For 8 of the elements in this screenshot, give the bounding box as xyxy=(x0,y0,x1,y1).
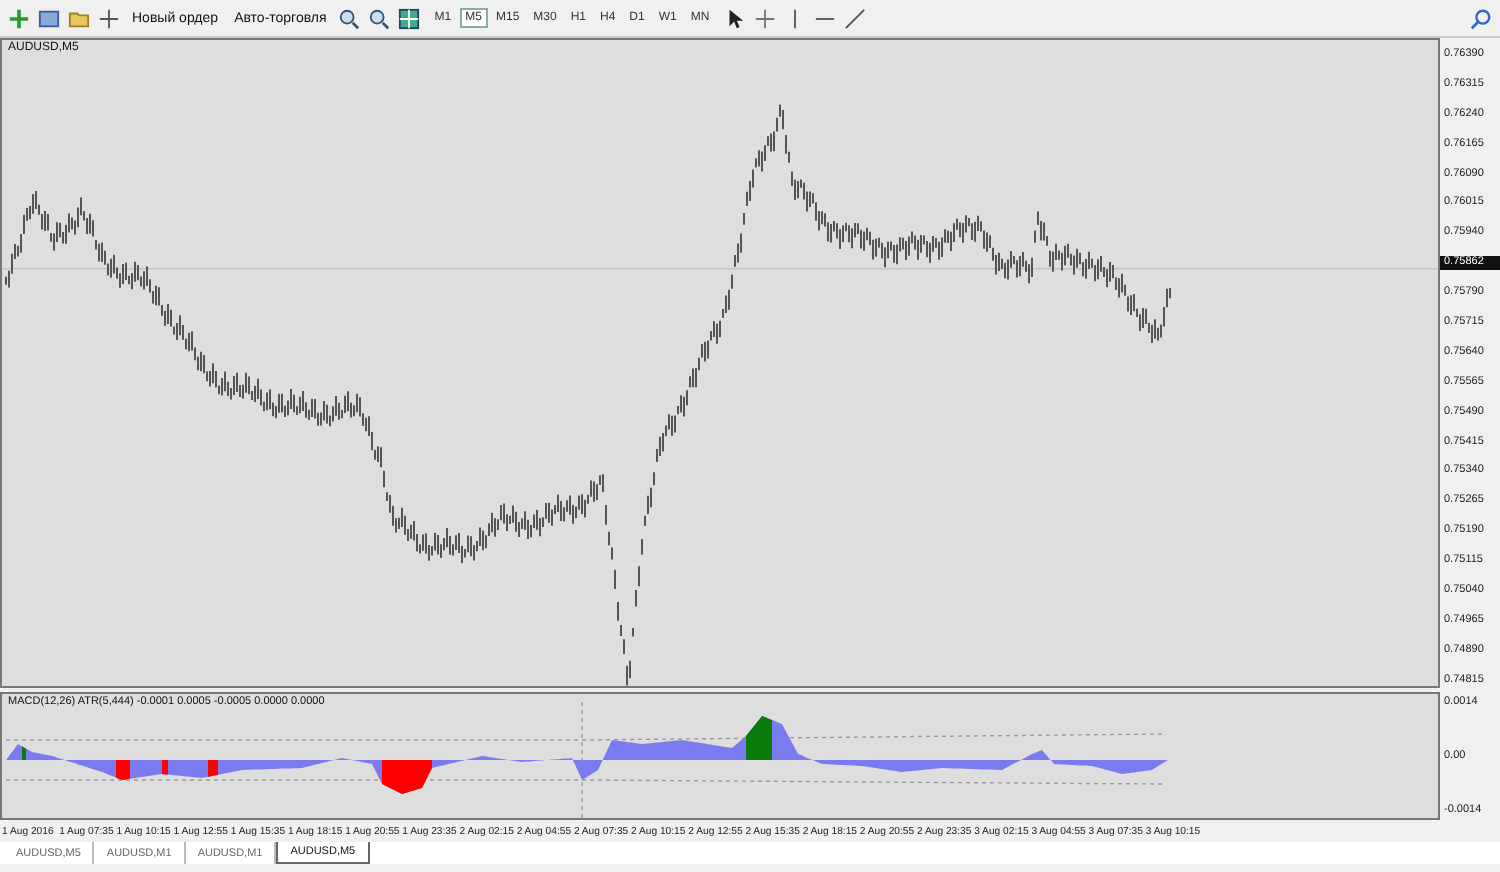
search-icon[interactable] xyxy=(1470,7,1492,29)
trend-line-icon[interactable] xyxy=(843,7,866,29)
window-icon[interactable] xyxy=(38,7,60,29)
crosshair-icon[interactable] xyxy=(753,7,776,29)
add-icon[interactable] xyxy=(8,7,30,29)
crosshair-icon[interactable] xyxy=(98,7,120,29)
folder-icon[interactable] xyxy=(68,7,90,29)
grid-icon[interactable] xyxy=(398,7,421,29)
